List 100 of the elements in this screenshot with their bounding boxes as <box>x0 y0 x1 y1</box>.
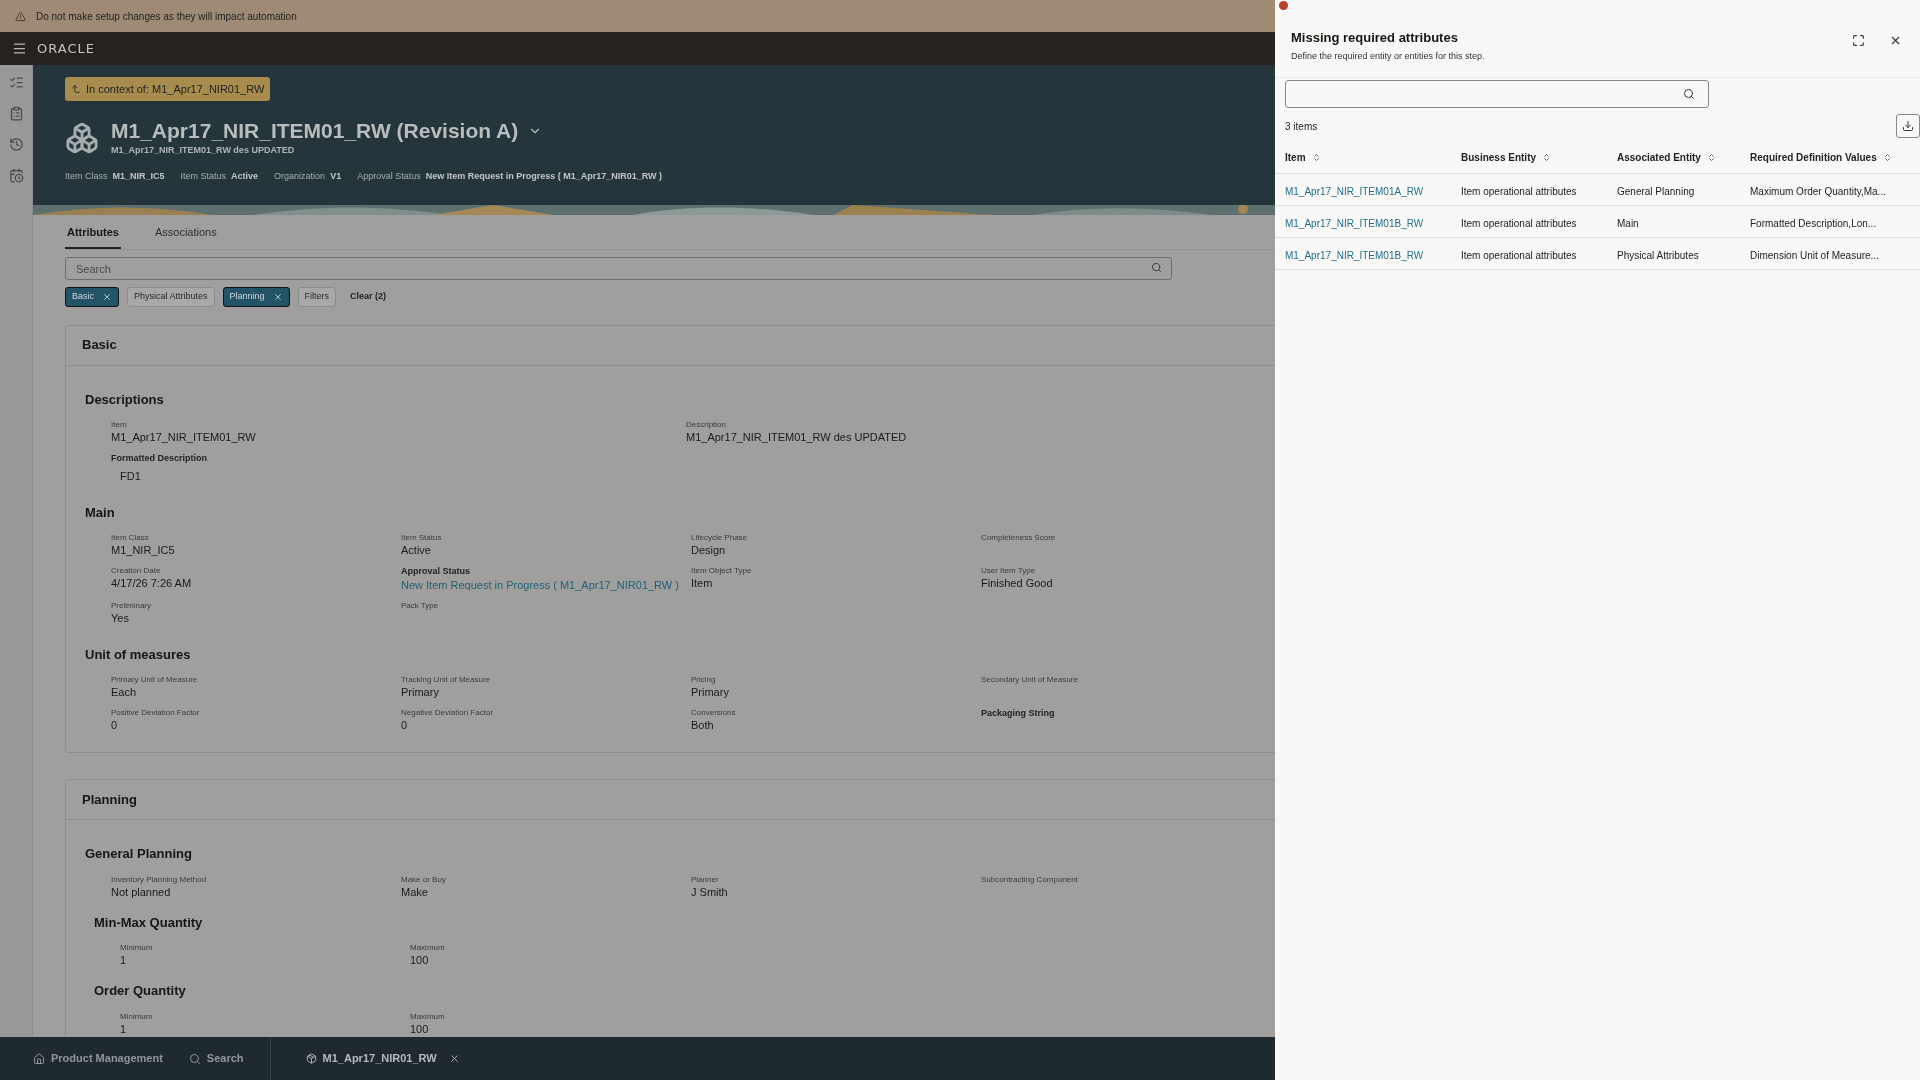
field-label: Subcontracting Component <box>981 873 1078 886</box>
field-value: FD1 <box>120 469 141 483</box>
meta-label: Approval Status <box>357 169 421 183</box>
field-label: Maximum <box>410 942 445 954</box>
sort-icon[interactable] <box>1706 153 1716 162</box>
field-value: Not planned <box>111 885 171 899</box>
download-button[interactable] <box>1896 114 1920 138</box>
error-icon <box>1279 1 1288 10</box>
table-row[interactable]: M1_Apr17_NIR_ITEM01A_RW Item operational attributes General Planning Maximum Order Quantity,Ma... <box>1275 174 1920 206</box>
field-value: Primary <box>401 686 439 699</box>
group-heading: Order Quantity <box>94 982 186 1000</box>
open-tab-label: M1_Apr17_NIR01_RW <box>322 1051 437 1067</box>
field-value: Finished Good <box>981 577 1053 590</box>
field-label: Minimum <box>120 1010 153 1023</box>
open-tab[interactable]: M1_Apr17_NIR01_RW <box>305 1050 460 1067</box>
field-value: Item <box>691 577 713 590</box>
sort-icon[interactable] <box>1542 153 1552 162</box>
section-title: Basic <box>82 336 117 355</box>
group-heading: Main <box>85 503 115 522</box>
field-label: Conversions <box>691 707 736 719</box>
banner-text: Do not make setup changes as they will impact automation <box>36 9 297 24</box>
context-badge[interactable]: In context of: M1_Apr17_NIR01_RW <box>65 77 271 101</box>
field-label: Secondary Unit of Measure <box>981 674 1078 686</box>
group-heading: Unit of measures <box>85 645 191 664</box>
drawer-title: Missing required attributes <box>1291 29 1459 47</box>
tab[interactable]: Attributes <box>65 224 121 249</box>
filter-chip[interactable]: Filters <box>297 286 337 307</box>
field-label: Item Class <box>111 532 149 544</box>
checklist-icon[interactable] <box>8 75 24 90</box>
item-link[interactable]: M1_Apr17_NIR_ITEM01B_RW <box>1285 249 1424 261</box>
field-value: Each <box>111 686 137 699</box>
item-link[interactable]: M1_Apr17_NIR_ITEM01A_RW <box>1285 185 1424 197</box>
search-icon <box>188 1052 201 1065</box>
field-label: Positive Deviation Factor <box>111 707 200 719</box>
calendar-icon[interactable] <box>8 168 24 183</box>
remove-icon[interactable] <box>272 291 283 302</box>
field-label: Pack Type <box>401 599 439 612</box>
tab[interactable]: Associations <box>152 224 219 249</box>
filter-chip[interactable]: Basic <box>65 286 119 307</box>
table-cell: Item operational attributes <box>1461 249 1577 261</box>
search-icon[interactable] <box>1151 261 1162 273</box>
remove-icon[interactable] <box>102 291 112 302</box>
home-icon <box>33 1052 45 1065</box>
search-field[interactable]: Search <box>65 257 1172 280</box>
field-value: Both <box>691 719 714 732</box>
context-text: In context of: M1_Apr17_NIR01_RW <box>86 81 265 97</box>
column-header[interactable]: Associated Entity <box>1617 150 1701 165</box>
field-value: 4/17/26 7:26 AM <box>111 577 192 590</box>
section-title: Planning <box>82 790 137 809</box>
group-heading: General Planning <box>85 845 192 863</box>
history-icon[interactable] <box>8 137 24 152</box>
sort-icon[interactable] <box>1882 153 1892 162</box>
table-cell: Main <box>1617 217 1639 229</box>
field-label: User Item Type <box>981 565 1036 577</box>
table-row[interactable]: M1_Apr17_NIR_ITEM01B_RW Item operational attributes Main Formatted Description,Lon... <box>1275 206 1920 238</box>
clipboard-icon[interactable] <box>8 106 24 121</box>
field-label: Pricing <box>691 674 716 686</box>
meta-label: Item Class <box>65 169 108 183</box>
field-label: Item Status <box>401 532 442 544</box>
field-label: Formatted Description <box>111 452 207 465</box>
sort-icon[interactable] <box>1311 153 1321 162</box>
search-icon[interactable] <box>1683 88 1695 100</box>
item-subtitle: M1_Apr17_NIR_ITEM01_RW des UPDATED <box>111 144 296 157</box>
brand-logo[interactable]: ORACLE <box>37 38 95 59</box>
field-value: 100 <box>410 954 429 967</box>
field-label: Creation Date <box>111 565 161 577</box>
table-row[interactable]: M1_Apr17_NIR_ITEM01B_RW Item operational attributes Physical Attributes Dimension Unit of Measure... <box>1275 238 1920 270</box>
meta-value: Active <box>231 169 259 183</box>
menu-icon[interactable] <box>12 41 27 56</box>
filter-chip[interactable]: Physical Attributes <box>127 286 215 307</box>
field-value: M1_Apr17_NIR_ITEM01_RW <box>111 431 256 444</box>
warning-icon <box>15 10 26 22</box>
field-label: Planner <box>691 873 719 886</box>
field-value: Design <box>691 544 726 557</box>
field-label: Maximum <box>410 1010 445 1023</box>
filter-chip[interactable]: Planning <box>222 286 290 307</box>
item-boxes-icon <box>65 120 99 155</box>
column-header[interactable]: Required Definition Values <box>1750 150 1877 165</box>
column-header[interactable]: Item <box>1285 150 1306 165</box>
field-label: Inventory Planning Method <box>111 873 207 886</box>
item-count: 3 items <box>1285 119 1318 134</box>
field-value: M1_Apr17_NIR_ITEM01_RW des UPDATED <box>686 431 907 444</box>
field-label: Item Object Type <box>691 565 752 577</box>
item-title: M1_Apr17_NIR_ITEM01_RW (Revision A) <box>111 118 519 144</box>
taskbar-link[interactable]: Search <box>188 1050 244 1067</box>
field-value: J Smith <box>691 885 728 899</box>
item-link[interactable]: M1_Apr17_NIR_ITEM01B_RW <box>1285 217 1424 229</box>
table-cell: Physical Attributes <box>1617 249 1699 261</box>
maximize-icon[interactable] <box>1852 34 1865 47</box>
field-value: 100 <box>410 1022 429 1036</box>
drawer-search-field[interactable] <box>1285 80 1709 108</box>
close-icon[interactable] <box>448 1053 460 1064</box>
field-label: Primary Unit of Measure <box>111 674 198 686</box>
taskbar-link[interactable]: Product Management <box>33 1050 163 1067</box>
close-icon[interactable] <box>1889 34 1902 47</box>
clear-filters-link[interactable]: Clear (2) <box>350 289 387 304</box>
download-icon <box>1902 120 1914 132</box>
field-label: Tracking Unit of Measure <box>401 674 491 686</box>
column-header[interactable]: Business Entity <box>1461 150 1537 165</box>
field-value: 0 <box>111 719 118 732</box>
